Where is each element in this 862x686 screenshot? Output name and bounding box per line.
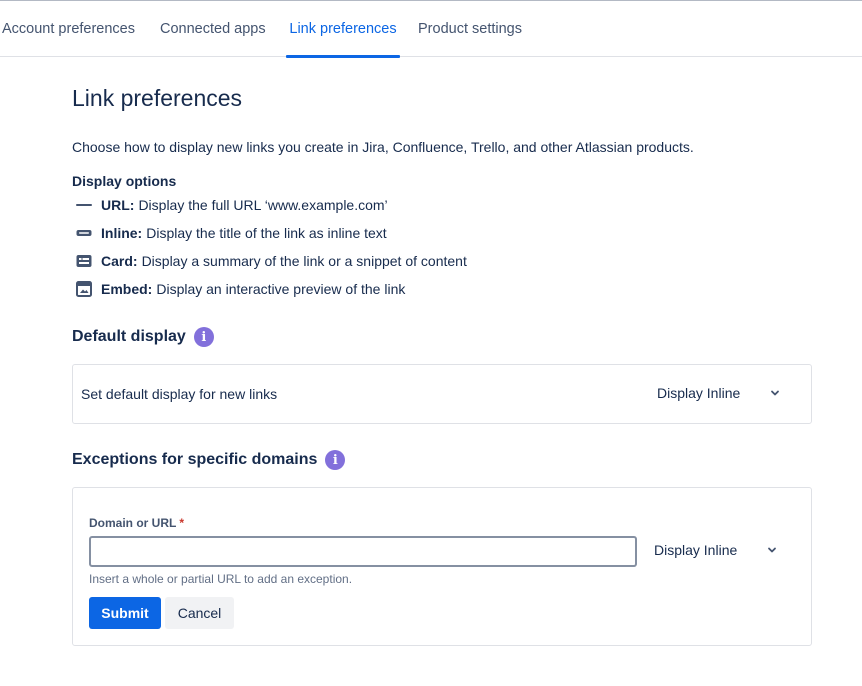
- default-display-heading: Default display i: [72, 327, 214, 347]
- info-icon[interactable]: i: [193, 327, 214, 347]
- card-icon: [74, 251, 94, 271]
- cancel-button[interactable]: Cancel: [165, 597, 234, 629]
- domain-label-text: Domain or URL: [89, 516, 177, 530]
- exceptions-title: Exceptions for specific domains: [72, 451, 318, 468]
- tab-link-preferences[interactable]: Link preferences: [286, 1, 400, 58]
- url-line-icon: [74, 195, 94, 215]
- tab-connected-apps[interactable]: Connected apps: [160, 1, 266, 57]
- display-option-card: Card: Display a summary of the link or a…: [74, 251, 467, 271]
- display-option-embed: Embed: Display an interactive preview of…: [74, 279, 405, 299]
- tab-product-settings[interactable]: Product settings: [418, 1, 522, 57]
- page-title: Link preferences: [72, 85, 243, 111]
- default-display-title: Default display: [72, 328, 186, 345]
- required-marker: *: [179, 516, 185, 530]
- display-option-url: URL: Display the full URL ‘www.example.c…: [74, 195, 388, 215]
- exception-display-select[interactable]: Display Inline: [654, 542, 779, 558]
- option-description: Display a summary of the link or a snipp…: [141, 253, 467, 269]
- option-description: Display the full URL ‘www.example.com’: [138, 197, 388, 213]
- chevron-down-icon: [768, 386, 782, 400]
- option-description: Display an interactive preview of the li…: [156, 281, 406, 297]
- display-options-heading: Display options: [72, 173, 177, 189]
- page-intro: Choose how to display new links you crea…: [72, 139, 694, 155]
- domain-field-label: Domain or URL *: [89, 516, 184, 530]
- display-option-inline: Inline: Display the title of the link as…: [74, 223, 387, 243]
- exceptions-panel: Domain or URL * Display Inline Insert a w…: [72, 487, 812, 646]
- option-description: Display the title of the link as inline …: [146, 225, 387, 241]
- tab-account-preferences[interactable]: Account preferences: [2, 1, 135, 57]
- domain-url-input[interactable]: [89, 536, 637, 567]
- default-display-label: Set default display for new links: [81, 386, 278, 402]
- submit-button[interactable]: Submit: [89, 597, 161, 629]
- option-name: Card:: [101, 253, 138, 269]
- option-name: Embed:: [101, 281, 153, 297]
- exceptions-heading: Exceptions for specific domains i: [72, 450, 346, 470]
- domain-help-text: Insert a whole or partial URL to add an …: [89, 572, 353, 586]
- inline-link-icon: [74, 223, 94, 243]
- default-display-select[interactable]: Display Inline: [657, 385, 782, 401]
- option-name: URL:: [101, 197, 135, 213]
- default-display-panel: Set default display for new links Displa…: [72, 364, 812, 424]
- embed-icon: [74, 279, 94, 299]
- info-icon[interactable]: i: [325, 450, 346, 470]
- settings-tabs: Account preferences Connected apps Link …: [0, 1, 862, 58]
- select-value: Display Inline: [654, 542, 738, 558]
- option-name: Inline:: [101, 225, 143, 241]
- chevron-down-icon: [765, 543, 779, 557]
- select-value: Display Inline: [657, 385, 741, 401]
